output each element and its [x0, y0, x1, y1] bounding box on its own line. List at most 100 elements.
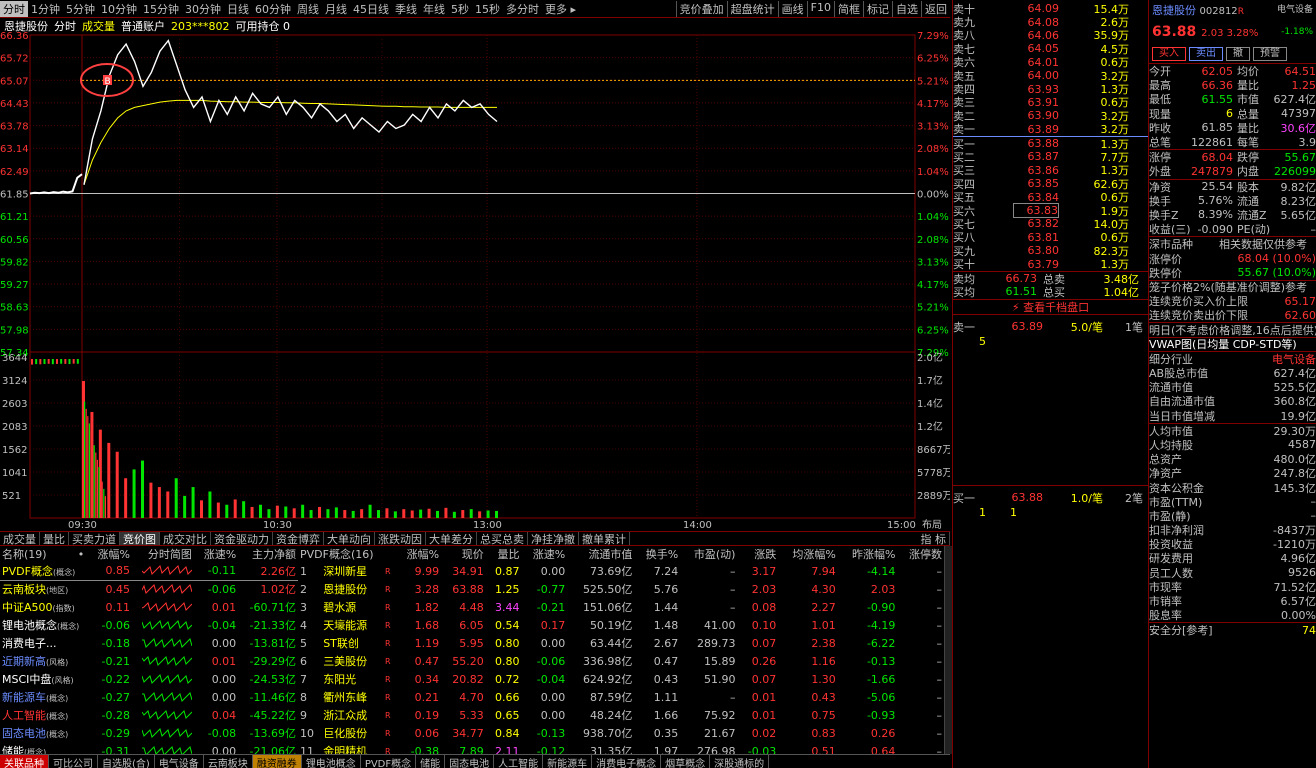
related-tab[interactable]: 固态电池: [445, 755, 495, 768]
related-tab[interactable]: 新能源车: [543, 755, 593, 768]
period-tab[interactable]: 更多 ▸: [542, 1, 579, 17]
period-tab[interactable]: 多分时: [503, 1, 542, 17]
period-tab[interactable]: 15秒: [472, 1, 503, 17]
indicator-tab[interactable]: 成交量: [0, 532, 40, 545]
related-tab[interactable]: 云南板块: [204, 755, 253, 768]
related-tab[interactable]: 储能: [416, 755, 446, 768]
column-header[interactable]: 涨速%: [194, 546, 238, 562]
table-row[interactable]: 8 衢州东峰 R 0.21 4.70 0.66 0.00 87.59亿 1.11 – 0.01 0.4…: [298, 688, 944, 706]
orderbook-row[interactable]: 买十 63.79 1.3万: [953, 257, 1148, 272]
table-row[interactable]: 云南板块(地区) 0.45 -0.06 1.02亿: [0, 580, 298, 598]
related-tab[interactable]: 人工智能: [494, 755, 544, 768]
indicator-tab[interactable]: 量比: [40, 532, 69, 545]
table-row[interactable]: 近期新高(风格) -0.21 0.01 -29.29亿: [0, 652, 298, 670]
toolbar-button[interactable]: F10: [806, 0, 834, 17]
period-tab[interactable]: 45日线: [350, 1, 392, 17]
period-tab[interactable]: 60分钟: [252, 1, 294, 17]
indicator-tab[interactable]: 总买总卖: [477, 532, 528, 545]
table-row[interactable]: 1 深圳新星 R 9.99 34.91 0.87 0.00 73.69亿 7.24 – 3.17 7.…: [298, 562, 944, 580]
layout-label[interactable]: 布局: [922, 519, 942, 531]
period-tab[interactable]: 周线: [294, 1, 322, 17]
column-header[interactable]: 流通市值: [567, 546, 634, 562]
related-tab[interactable]: 融资融券: [252, 755, 302, 768]
related-tab[interactable]: 消费电子概念: [592, 755, 662, 768]
table-row[interactable]: 3 碧水源 R 1.82 4.48 3.44 -0.21 151.06亿 1.44 – 0.08 2.…: [298, 598, 944, 616]
column-header[interactable]: •: [76, 546, 90, 562]
period-tab[interactable]: 5分钟: [63, 1, 98, 17]
table-row[interactable]: 中证A500(指数) 0.11 0.01 -60.71亿: [0, 598, 298, 616]
period-tab[interactable]: 15分钟: [140, 1, 182, 17]
column-header[interactable]: 换手%: [634, 546, 680, 562]
column-header[interactable]: 名称(19): [0, 546, 76, 562]
table-row[interactable]: 固态电池(概念) -0.29 -0.08 -13.69亿: [0, 724, 298, 742]
indicator-tab[interactable]: 大单动向: [324, 532, 375, 545]
table-row[interactable]: 11 金明精机 R -0.38 7.89 2.11 -0.12 31.35亿 1.97 276.9…: [298, 742, 944, 755]
toolbar-button[interactable]: 标记: [863, 0, 892, 17]
account-label[interactable]: 普通账户: [121, 18, 165, 34]
depth-button[interactable]: ⚡ 查看千档盘口: [953, 298, 1148, 315]
table-row[interactable]: 7 东阳光 R 0.34 20.82 0.72 -0.04 624.92亿 0.43 51.90 0…: [298, 670, 944, 688]
column-header[interactable]: 市盈(动): [680, 546, 737, 562]
indicator-tab[interactable]: 买卖力道: [69, 532, 120, 545]
indicator-tab[interactable]: 资金博弈: [273, 532, 324, 545]
related-tab[interactable]: 烟草概念: [661, 755, 711, 768]
column-header[interactable]: 均涨幅%: [778, 546, 838, 562]
indicator-tab[interactable]: 成交对比: [160, 532, 211, 545]
indicator-tab[interactable]: 涨跌动因: [375, 532, 426, 545]
toolbar-button[interactable]: 画线: [777, 0, 807, 17]
trade-button[interactable]: 卖出: [1189, 47, 1223, 61]
intraday-chart[interactable]: 66.36 7.29%65.72 6.25%65.07 5.21%64.43 4.17%…: [0, 18, 950, 548]
period-tab[interactable]: 月线: [322, 1, 350, 17]
period-tab[interactable]: 1分钟: [28, 1, 63, 17]
vwap-link[interactable]: VWAP图(日均量 CDP-STD等): [1149, 336, 1316, 351]
trade-button[interactable]: 预警: [1253, 47, 1287, 61]
table-row[interactable]: 4 天壕能源 R 1.68 6.05 0.54 0.17 50.19亿 1.48 41.00 0.1…: [298, 616, 944, 634]
indicator-tab[interactable]: 净挂净撤: [528, 532, 579, 545]
indicator-tab[interactable]: 资金驱动力: [211, 532, 273, 545]
period-tab[interactable]: 5秒: [448, 1, 472, 17]
table-row[interactable]: 锂电池概念(概念) -0.06 -0.04 -21.33亿: [0, 616, 298, 634]
related-tab[interactable]: 电气设备: [155, 755, 204, 768]
table-row[interactable]: 人工智能(概念) -0.28 0.04 -45.22亿: [0, 706, 298, 724]
toolbar-button[interactable]: 自选: [892, 0, 921, 17]
column-header[interactable]: 涨速%: [521, 546, 567, 562]
column-header[interactable]: 涨跌: [737, 546, 778, 562]
table-row[interactable]: 2 恩捷股份 R 3.28 63.88 1.25 -0.77 525.50亿 5.76 – 2.03…: [298, 580, 944, 598]
column-header[interactable]: 涨幅%: [90, 546, 132, 562]
period-tab[interactable]: 10分钟: [98, 1, 140, 17]
indicator-tab[interactable]: 竞价图: [120, 532, 160, 545]
vertical-scrollbar[interactable]: [944, 546, 952, 754]
indicator-tab[interactable]: 撤单累计: [579, 532, 630, 545]
trade-button[interactable]: 买入: [1152, 47, 1186, 61]
related-tab[interactable]: 关联品种: [0, 755, 49, 768]
toolbar-button[interactable]: 竞价叠加: [675, 0, 727, 17]
column-header[interactable]: 现价: [441, 546, 486, 562]
table-row[interactable]: 9 浙江众成 R 0.19 5.33 0.65 0.00 48.24亿 1.66 75.92 0.0…: [298, 706, 944, 724]
column-header[interactable]: 主力净额: [238, 546, 298, 562]
column-header[interactable]: 昨涨幅%: [838, 546, 898, 562]
table-row[interactable]: 6 三美股份 R 0.47 55.20 0.80 -0.06 336.98亿 0.47 15.89…: [298, 652, 944, 670]
column-header[interactable]: 量比: [486, 546, 522, 562]
table-row[interactable]: 新能源车(概念) -0.27 0.00 -11.46亿: [0, 688, 298, 706]
toolbar-button[interactable]: 超盘统计: [726, 0, 778, 17]
toolbar-button[interactable]: 返回: [921, 0, 950, 17]
column-header[interactable]: 涨幅%: [395, 546, 441, 562]
period-tab[interactable]: 30分钟: [182, 1, 224, 17]
related-tab[interactable]: 自选股(合): [98, 755, 155, 768]
table-row[interactable]: 10 巨化股份 R 0.06 34.77 0.84 -0.13 938.70亿 0.35 21.6…: [298, 724, 944, 742]
period-tab[interactable]: 分时: [0, 0, 28, 17]
related-tab[interactable]: 锂电池概念: [302, 755, 361, 768]
column-header[interactable]: 涨停数: [897, 546, 944, 562]
period-tab[interactable]: 日线: [224, 1, 252, 17]
period-tab[interactable]: 年线: [420, 1, 448, 17]
indicator-tab[interactable]: 大单差分: [426, 532, 477, 545]
indicator-menu[interactable]: 指 标: [918, 532, 950, 545]
column-header[interactable]: 分时简图: [132, 546, 194, 562]
toolbar-button[interactable]: 简框: [834, 0, 863, 17]
column-header[interactable]: PVDF概念(16): [298, 546, 395, 562]
table-row[interactable]: 储能(概念) -0.31 0.00 -21.06亿: [0, 742, 298, 754]
table-row[interactable]: 5 ST联创 R 1.19 5.95 0.80 0.00 63.44亿 2.67 289.73 0.…: [298, 634, 944, 652]
period-tab[interactable]: 季线: [392, 1, 420, 17]
related-tab[interactable]: 深股通标的: [710, 755, 770, 768]
related-tab[interactable]: 可比公司: [49, 755, 98, 768]
